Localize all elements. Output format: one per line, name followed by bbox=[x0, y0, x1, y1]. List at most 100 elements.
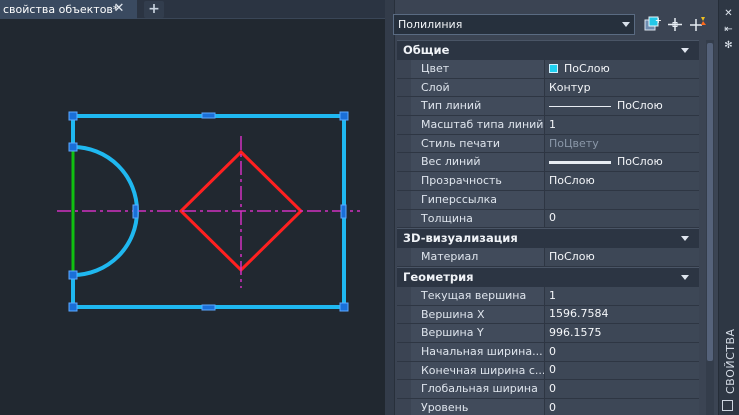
property-row-global-width[interactable]: Глобальная ширина 0 bbox=[397, 380, 699, 399]
close-icon[interactable]: ✕ bbox=[113, 1, 125, 17]
property-value[interactable]: 0 bbox=[545, 361, 699, 380]
property-row-current-vertex[interactable]: Текущая вершина 1 bbox=[397, 286, 699, 306]
grip[interactable] bbox=[68, 302, 78, 312]
property-value-color[interactable]: ПоСлою bbox=[545, 60, 699, 78]
close-icon[interactable]: ✕ bbox=[722, 8, 735, 20]
property-name: Толщина bbox=[411, 209, 545, 228]
property-name: Конечная ширина с... bbox=[411, 361, 545, 380]
property-value[interactable]: 996.1575 bbox=[545, 324, 699, 342]
drawing-area[interactable]: свойства объектов* ✕ + bbox=[0, 0, 385, 415]
svg-text:+: + bbox=[655, 16, 662, 25]
chevron-down-icon[interactable] bbox=[681, 48, 689, 53]
object-type-value: Полилиния bbox=[398, 18, 463, 31]
property-name: Вес линий bbox=[411, 153, 545, 172]
quick-select-button[interactable] bbox=[688, 14, 708, 35]
toggle-pickadd-icon: + bbox=[644, 16, 662, 31]
property-value[interactable]: 0 bbox=[545, 399, 699, 415]
property-name: Тип линий bbox=[411, 97, 545, 116]
property-row-transparency[interactable]: Прозрачность ПоСлою bbox=[397, 172, 699, 191]
palette-title: СВОЙСТВА bbox=[724, 328, 737, 394]
property-name: Гиперссылка bbox=[411, 190, 545, 209]
property-value-linetype[interactable]: ПоСлою bbox=[545, 97, 699, 116]
properties-list: Общие Цвет ПоСлою Слой Контур Тип линий … bbox=[397, 40, 699, 415]
property-name: Слой bbox=[411, 78, 545, 97]
section-general[interactable]: Общие bbox=[397, 40, 699, 60]
property-row-linetype-scale[interactable]: Масштаб типа линий 1 bbox=[397, 116, 699, 135]
property-name: Текущая вершина bbox=[411, 286, 545, 305]
property-row-elevation[interactable]: Уровень 0 bbox=[397, 399, 699, 415]
color-swatch bbox=[549, 64, 558, 74]
property-value[interactable]: 0 bbox=[545, 342, 699, 361]
property-value[interactable] bbox=[545, 190, 699, 209]
property-name: Вершина X bbox=[411, 305, 545, 324]
grip[interactable] bbox=[68, 142, 78, 152]
property-value[interactable]: 0 bbox=[545, 209, 699, 228]
chevron-down-icon bbox=[622, 22, 630, 27]
centerlines[interactable] bbox=[57, 136, 360, 288]
property-name: Масштаб типа линий bbox=[411, 116, 545, 134]
property-row-linetype[interactable]: Тип линий ПоСлою bbox=[397, 97, 699, 117]
quick-select-icon bbox=[690, 17, 706, 31]
palette-settings-icon[interactable]: ✻ bbox=[722, 40, 735, 52]
property-name: Уровень bbox=[411, 399, 545, 415]
grip[interactable] bbox=[201, 112, 216, 119]
linetype-sample bbox=[549, 105, 611, 107]
section-title: Общие bbox=[403, 43, 450, 57]
property-value[interactable]: ПоСлою bbox=[545, 172, 699, 190]
scrollbar-thumb[interactable] bbox=[707, 43, 713, 361]
grip[interactable] bbox=[339, 302, 349, 312]
section-title: Геометрия bbox=[403, 269, 474, 284]
property-value[interactable]: Контур bbox=[545, 78, 699, 97]
property-name: Начальная ширина... bbox=[411, 342, 545, 361]
property-row-vertex-y[interactable]: Вершина Y 996.1575 bbox=[397, 324, 699, 343]
document-tab-label: свойства объектов* bbox=[3, 3, 119, 16]
grip[interactable] bbox=[201, 304, 216, 311]
property-value[interactable]: 1 bbox=[545, 286, 699, 305]
property-row-vertex-x[interactable]: Вершина X 1596.7584 bbox=[397, 305, 699, 325]
property-value: ПоЦвету bbox=[545, 134, 699, 153]
property-row-color[interactable]: Цвет ПоСлою bbox=[397, 60, 699, 79]
grip[interactable] bbox=[132, 204, 139, 219]
property-row-hyperlink[interactable]: Гиперссылка bbox=[397, 190, 699, 210]
property-row-thickness[interactable]: Толщина 0 bbox=[397, 209, 699, 229]
properties-scrollbar[interactable] bbox=[706, 40, 714, 415]
grip[interactable] bbox=[68, 111, 78, 121]
property-name: Прозрачность bbox=[411, 172, 545, 190]
object-type-dropdown[interactable]: Полилиния bbox=[393, 14, 635, 35]
property-value[interactable]: ПоСлою bbox=[545, 248, 699, 266]
property-value-lineweight[interactable]: ПоСлою bbox=[545, 153, 699, 172]
palette-menu-icon[interactable] bbox=[722, 400, 733, 411]
chevron-down-icon[interactable] bbox=[681, 236, 689, 242]
property-name: Материал bbox=[411, 248, 545, 266]
property-value[interactable]: 1 bbox=[545, 116, 699, 134]
property-name: Глобальная ширина bbox=[411, 380, 545, 398]
grip[interactable] bbox=[68, 270, 78, 280]
select-objects-button[interactable] bbox=[665, 14, 685, 35]
auto-hide-icon[interactable]: ⇤ bbox=[722, 24, 735, 36]
grip[interactable] bbox=[340, 204, 347, 219]
toggle-pickadd-button[interactable]: + bbox=[642, 14, 662, 35]
property-row-lineweight[interactable]: Вес линий ПоСлою bbox=[397, 153, 699, 173]
document-tab-strip: свойства объектов* ✕ + bbox=[0, 0, 385, 19]
section-3d-visualization[interactable]: 3D-визуализация bbox=[397, 228, 699, 249]
property-row-start-width[interactable]: Начальная ширина... 0 bbox=[397, 342, 699, 362]
chevron-down-icon[interactable] bbox=[681, 274, 689, 280]
property-name: Стиль печати bbox=[411, 134, 545, 153]
new-tab-button[interactable]: + bbox=[144, 1, 164, 18]
lineweight-sample bbox=[549, 160, 611, 164]
property-value[interactable]: 1596.7584 bbox=[545, 305, 699, 324]
section-title: 3D-визуализация bbox=[403, 231, 518, 246]
property-row-plot-style[interactable]: Стиль печати ПоЦвету bbox=[397, 134, 699, 154]
section-geometry[interactable]: Геометрия bbox=[397, 266, 699, 287]
drawing-canvas[interactable] bbox=[0, 19, 385, 415]
property-row-end-width[interactable]: Конечная ширина с... 0 bbox=[397, 361, 699, 381]
property-name: Цвет bbox=[411, 60, 545, 78]
property-row-material[interactable]: Материал ПоСлою bbox=[397, 248, 699, 267]
property-name: Вершина Y bbox=[411, 324, 545, 342]
grip[interactable] bbox=[339, 111, 349, 121]
palette-grip[interactable] bbox=[385, 0, 395, 415]
property-row-layer[interactable]: Слой Контур bbox=[397, 78, 699, 98]
document-tab[interactable]: свойства объектов* ✕ bbox=[0, 0, 137, 19]
property-value[interactable]: 0 bbox=[545, 380, 699, 398]
select-objects-icon bbox=[668, 18, 682, 31]
